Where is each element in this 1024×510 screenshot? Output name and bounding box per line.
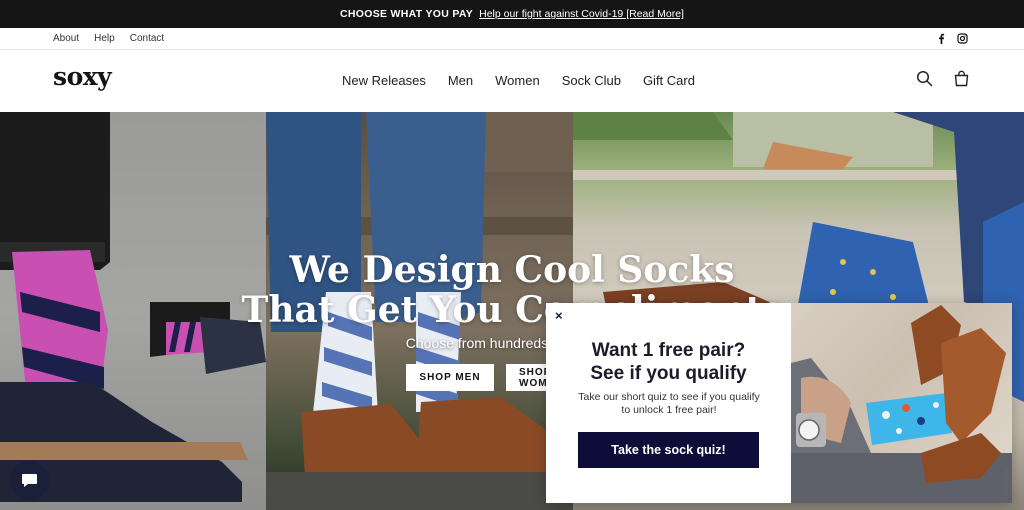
nav-gift-card[interactable]: Gift Card [643,73,695,88]
modal-heading-line-2: See if you qualify [590,363,747,384]
utility-links: About Help Contact [53,33,164,44]
nav-women[interactable]: Women [495,73,540,88]
sock-quiz-button[interactable]: Take the sock quiz! [578,432,759,468]
instagram-icon[interactable] [957,33,968,44]
contact-link[interactable]: Contact [130,33,164,44]
facebook-icon[interactable] [936,33,947,44]
nav-sock-club[interactable]: Sock Club [562,73,621,88]
nav-new-releases[interactable]: New Releases [342,73,426,88]
search-icon[interactable] [916,70,933,87]
modal-photo: Beeketing [791,303,1012,503]
logo[interactable]: soxy [53,62,112,91]
modal-description: Take our short quiz to see if you qualif… [578,391,760,416]
header-icons [916,70,970,87]
close-icon[interactable]: × [555,308,563,323]
modal-heading: Want 1 free pair? See if you qualify [546,339,791,385]
about-link[interactable]: About [53,33,79,44]
nav-men[interactable]: Men [448,73,473,88]
announcement-text: CHOOSE WHAT YOU PAY [340,8,474,20]
main-nav: New Releases Men Women Sock Club Gift Ca… [342,73,695,88]
social-links [936,33,968,44]
announcement-bar: CHOOSE WHAT YOU PAY Help our fight again… [0,0,1024,28]
hero-title-line-1: We Design Cool Socks [289,249,735,291]
modal-heading-line-1: Want 1 free pair? [591,340,746,361]
chat-bubble-icon [20,471,39,490]
help-link[interactable]: Help [94,33,115,44]
announcement-link[interactable]: Help our fight against Covid-19 [Read Mo… [479,8,684,20]
cart-icon[interactable] [953,70,970,87]
promo-modal: × Want 1 free pair? See if you qualify T… [546,303,1012,503]
shop-men-button[interactable]: SHOP MEN [406,364,494,391]
utility-bar: About Help Contact [0,28,1024,50]
beeketing-badge: Beeketing [1004,468,1010,495]
modal-content: × Want 1 free pair? See if you qualify T… [546,303,791,503]
site-header: soxy New Releases Men Women Sock Club Gi… [0,50,1024,112]
chat-button[interactable] [10,461,49,500]
